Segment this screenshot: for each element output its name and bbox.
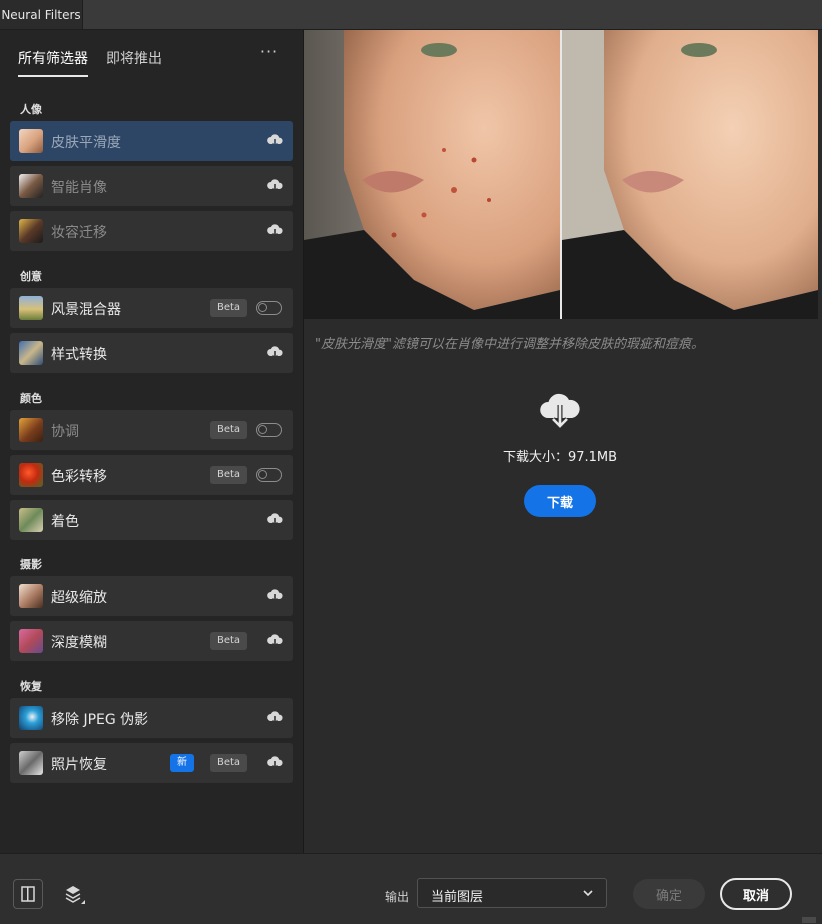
filter-item-makeup-transfer[interactable]: 妆容迁移 — [10, 211, 293, 251]
cloud-download-large-icon — [540, 393, 580, 430]
section-title-restoration: 恢复 — [20, 680, 42, 693]
output-value: 当前图层 — [431, 890, 484, 905]
section-title-color: 颜色 — [20, 392, 42, 405]
filter-item-landscape-mixer[interactable]: 风景混合器 Beta — [10, 288, 293, 328]
beta-badge: Beta — [210, 421, 248, 439]
footer-bar: 输出 当前图层 确定 取消 — [0, 853, 822, 924]
makeup-transfer-thumbnail — [19, 219, 43, 243]
filter-item-skin-smoothing[interactable]: 皮肤平滑度 — [10, 121, 293, 161]
cloud-download-icon[interactable] — [266, 512, 284, 528]
filter-toggle[interactable] — [256, 468, 282, 482]
section-title-creative: 创意 — [20, 270, 42, 283]
filter-item-smart-portrait[interactable]: 智能肖像 — [10, 166, 293, 206]
filter-label: 协调 — [51, 424, 79, 440]
beta-badge: Beta — [210, 299, 248, 317]
tab-neural-filters[interactable]: Neural Filters — [0, 0, 83, 29]
photo-restoration-thumbnail — [19, 751, 43, 775]
cloud-download-icon[interactable] — [266, 223, 284, 239]
filter-item-harmonization[interactable]: 协调 Beta — [10, 410, 293, 450]
colorize-thumbnail — [19, 508, 43, 532]
cloud-download-icon[interactable] — [266, 710, 284, 726]
beta-badge: Beta — [210, 754, 248, 772]
filter-item-color-transfer[interactable]: 色彩转移 Beta — [10, 455, 293, 495]
new-badge: 新 — [170, 754, 194, 772]
smart-portrait-thumbnail — [19, 174, 43, 198]
section-title-photography: 摄影 — [20, 558, 42, 571]
filter-item-photo-restoration[interactable]: 照片恢复 新 Beta — [10, 743, 293, 783]
super-zoom-thumbnail — [19, 584, 43, 608]
filter-item-jpeg-artifacts-removal[interactable]: 移除 JPEG 伪影 — [10, 698, 293, 738]
filter-label: 风景混合器 — [51, 302, 121, 318]
filter-label: 智能肖像 — [51, 180, 107, 196]
section-title-portrait: 人像 — [20, 103, 42, 116]
filter-label: 着色 — [51, 514, 79, 530]
filter-item-depth-blur[interactable]: 深度模糊 Beta — [10, 621, 293, 661]
download-button[interactable]: 下载 — [524, 485, 596, 517]
chevron-down-icon — [583, 890, 593, 897]
filter-label: 妆容迁移 — [51, 225, 107, 241]
filter-toggle[interactable] — [256, 423, 282, 437]
jpeg-artifacts-thumbnail — [19, 706, 43, 730]
before-after-preview — [304, 30, 818, 319]
cloud-download-icon[interactable] — [266, 178, 284, 194]
layers-icon[interactable] — [58, 879, 88, 909]
more-options-icon[interactable]: ··· — [258, 42, 280, 62]
cancel-button[interactable]: 取消 — [720, 878, 792, 910]
filter-toggle[interactable] — [256, 301, 282, 315]
filter-item-style-transfer[interactable]: 样式转换 — [10, 333, 293, 373]
filter-item-colorize[interactable]: 着色 — [10, 500, 293, 540]
cloud-download-icon[interactable] — [266, 588, 284, 604]
cloud-download-icon[interactable] — [266, 133, 284, 149]
filter-item-super-zoom[interactable]: 超级缩放 — [10, 576, 293, 616]
skin-smoothing-thumbnail — [19, 129, 43, 153]
filter-label: 移除 JPEG 伪影 — [51, 712, 149, 728]
split-divider[interactable] — [560, 30, 562, 319]
output-dropdown[interactable]: 当前图层 — [417, 878, 607, 908]
filter-label: 样式转换 — [51, 347, 107, 363]
split-view-icon[interactable] — [13, 879, 43, 909]
tab-bar: Neural Filters — [0, 0, 822, 30]
style-transfer-thumbnail — [19, 341, 43, 365]
filter-description: "皮肤光滑度"滤镜可以在肖像中进行调整并移除皮肤的瑕疵和痘痕。 — [315, 337, 704, 352]
cloud-download-icon[interactable] — [266, 633, 284, 649]
filter-label: 照片恢复 — [51, 757, 107, 773]
cloud-download-icon[interactable] — [266, 755, 284, 771]
download-size: 下载大小：97.1MB — [502, 450, 618, 465]
cloud-download-icon[interactable] — [266, 345, 284, 361]
color-transfer-thumbnail — [19, 463, 43, 487]
tab-coming-soon[interactable]: 即将推出 — [106, 48, 162, 68]
filter-label: 深度模糊 — [51, 635, 107, 651]
filter-sidebar: 所有筛选器 即将推出 ··· 人像 皮肤平滑度 智能肖像 妆容迁移 创意 风景混… — [0, 30, 304, 853]
filter-label: 皮肤平滑度 — [51, 135, 121, 151]
beta-badge: Beta — [210, 466, 248, 484]
beta-badge: Beta — [210, 632, 248, 650]
harmonization-thumbnail — [19, 418, 43, 442]
landscape-mixer-thumbnail — [19, 296, 43, 320]
tab-all-filters[interactable]: 所有筛选器 — [18, 48, 88, 77]
filter-label: 色彩转移 — [51, 469, 107, 485]
output-label: 输出 — [385, 890, 410, 904]
depth-blur-thumbnail — [19, 629, 43, 653]
ok-button[interactable]: 确定 — [633, 879, 705, 909]
filter-label: 超级缩放 — [51, 590, 107, 606]
resize-grip[interactable] — [802, 917, 816, 923]
